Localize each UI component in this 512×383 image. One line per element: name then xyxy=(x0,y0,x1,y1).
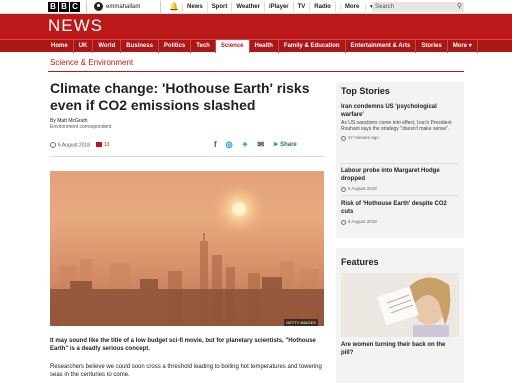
byline: By Matt McGrath Environment corresponden… xyxy=(50,118,111,130)
top-story-time: 6 August 2018 xyxy=(341,219,459,225)
news-nav-family-education[interactable]: Family & Education xyxy=(279,40,346,53)
news-nav: Home UK World Business Politics Tech Sci… xyxy=(0,39,512,53)
global-nav: News Sport Weather iPlayer TV Radio More… xyxy=(182,2,381,12)
news-wordmark[interactable]: NEWS xyxy=(48,16,103,36)
article-headline: Climate change: 'Hothouse Earth' risks e… xyxy=(50,80,310,113)
user-icon xyxy=(94,2,103,11)
news-nav-business[interactable]: Business xyxy=(121,40,159,53)
search-input[interactable]: Search ⚲ xyxy=(372,2,464,12)
top-story-item[interactable]: Labour probe into Margaret Hodge dropped… xyxy=(341,167,459,192)
top-story-time-text: 6 August 2018 xyxy=(348,219,377,224)
comments-link[interactable]: 13 xyxy=(95,142,110,149)
global-nav-tv[interactable]: TV xyxy=(292,2,310,12)
section-divider xyxy=(48,71,464,72)
news-nav-stories[interactable]: Stories xyxy=(416,40,448,53)
share-button[interactable]: ➤ Share xyxy=(273,140,297,150)
news-nav-health[interactable]: Health xyxy=(250,40,279,53)
account-link[interactable]: emmahallam xyxy=(94,2,140,11)
twitter-icon[interactable]: ✦ xyxy=(242,140,249,150)
bbc-logo-letter: C xyxy=(70,2,80,12)
section-title[interactable]: Science & Environment xyxy=(50,58,133,68)
chevron-down-icon: ▾ xyxy=(468,43,472,49)
clock-icon xyxy=(50,142,56,148)
top-story-time-text: 37 minutes ago xyxy=(348,135,379,140)
top-story-time-text: 6 August 2018 xyxy=(348,186,377,191)
clock-icon xyxy=(341,135,346,141)
clock-icon xyxy=(341,219,346,225)
feature-headline[interactable]: Are women turning their back on the pill… xyxy=(341,341,459,357)
news-nav-science[interactable]: Science xyxy=(215,40,250,53)
features-title: Features xyxy=(341,257,379,267)
bbc-logo[interactable]: B B C xyxy=(48,2,80,12)
author-role: Environment correspondent xyxy=(50,124,112,130)
top-story-item[interactable]: Iran condemns US 'psychological warfare'… xyxy=(341,103,459,141)
news-nav-more-label: More xyxy=(452,43,468,49)
feature-image[interactable] xyxy=(341,273,459,337)
article-hero-image xyxy=(50,171,324,326)
story-divider xyxy=(341,163,459,164)
bbc-news-page: B B C emmahallam 🔔 News Sport Weather iP… xyxy=(0,0,512,383)
global-nav-weather[interactable]: Weather xyxy=(231,2,264,12)
news-nav-more[interactable]: More ▾ xyxy=(448,40,478,53)
divider xyxy=(160,1,161,13)
top-story-summary: As US sanctions come into effect, Iran's… xyxy=(341,120,452,132)
search-placeholder: Search xyxy=(375,4,395,10)
search-icon[interactable]: ⚲ xyxy=(457,2,462,12)
article-lede: It may sound like the title of a low bud… xyxy=(50,338,316,352)
top-stories-title: Top Stories xyxy=(341,86,390,96)
top-story-time: 37 minutes ago xyxy=(341,135,459,141)
top-story-headline[interactable]: Labour probe into Margaret Hodge dropped xyxy=(341,167,459,183)
bbc-logo-letter: B xyxy=(48,2,58,12)
global-nav-news[interactable]: News xyxy=(182,2,207,12)
global-nav-radio[interactable]: Radio xyxy=(309,2,335,12)
news-nav-tech[interactable]: Tech xyxy=(191,40,216,53)
article-meta: 6 August 2018 13 xyxy=(50,142,110,148)
news-nav-politics[interactable]: Politics xyxy=(159,40,192,53)
email-icon[interactable]: ✉ xyxy=(257,140,264,150)
article-date: 6 August 2018 xyxy=(50,142,90,148)
news-nav-world[interactable]: World xyxy=(93,40,122,53)
clock-icon xyxy=(341,186,346,192)
bbc-global-bar: B B C emmahallam 🔔 News Sport Weather iP… xyxy=(0,0,512,14)
news-nav-entertainment-arts[interactable]: Entertainment & Arts xyxy=(346,40,417,53)
woman-reading-leaflet-illustration xyxy=(341,273,459,337)
global-nav-iplayer[interactable]: iPlayer xyxy=(263,2,293,12)
share-tools: f ◎ ✦ ✉ ➤ Share xyxy=(214,140,297,150)
article-paragraph: Researchers believe we could soon cross … xyxy=(50,364,322,378)
comment-count: 13 xyxy=(103,142,110,149)
username: emmahallam xyxy=(106,3,141,10)
story-divider xyxy=(341,195,459,196)
divider xyxy=(86,1,87,13)
global-nav-more-label: More xyxy=(339,4,364,10)
messenger-icon[interactable]: ◎ xyxy=(226,140,233,150)
news-nav-uk[interactable]: UK xyxy=(74,40,94,53)
top-story-headline[interactable]: Iran condemns US 'psychological warfare' xyxy=(341,103,459,119)
smoggy-skyline-illustration xyxy=(50,181,324,326)
article-date-text: 6 August 2018 xyxy=(58,142,90,149)
comment-icon xyxy=(95,142,102,148)
article-divider xyxy=(50,156,324,157)
top-story-time: 6 August 2018 xyxy=(341,186,459,192)
top-story-item[interactable]: Risk of 'Hothouse Earth' despite CO2 cut… xyxy=(341,200,459,225)
bbc-logo-letter: B xyxy=(59,2,69,12)
bell-icon[interactable]: 🔔 xyxy=(169,2,179,12)
global-nav-sport[interactable]: Sport xyxy=(206,2,232,12)
share-label: Share xyxy=(280,142,297,148)
share-icon: ➤ xyxy=(273,142,279,148)
facebook-icon[interactable]: f xyxy=(214,140,217,150)
top-story-headline[interactable]: Risk of 'Hothouse Earth' despite CO2 cut… xyxy=(341,200,459,216)
image-credit: GETTY IMAGES xyxy=(284,319,318,326)
news-nav-home[interactable]: Home xyxy=(48,40,74,53)
